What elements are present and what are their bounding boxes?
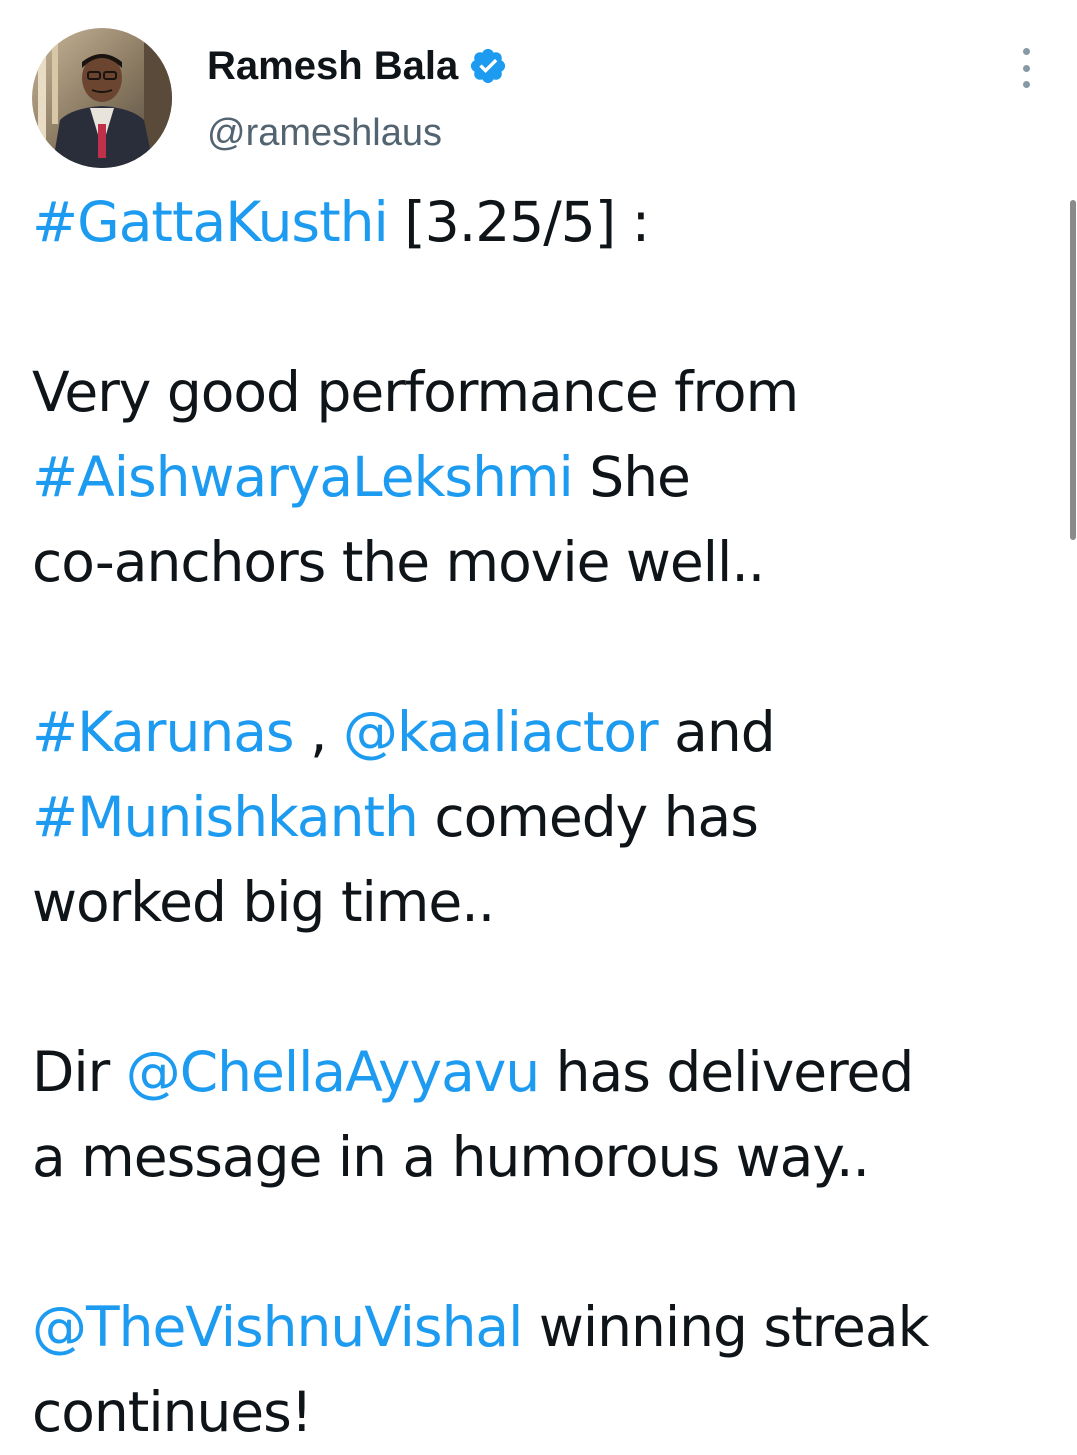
- text-fragment: She: [572, 445, 691, 509]
- more-dot: [1022, 81, 1030, 88]
- mention-chellaayyavu[interactable]: @ChellaAyyavu: [126, 1040, 540, 1104]
- text-line: #AishwaryaLekshmi She: [32, 435, 1052, 520]
- text-line: continues!: [32, 1380, 313, 1444]
- text-line: a message in a humorous way..: [32, 1125, 870, 1189]
- author-display-name[interactable]: Ramesh Bala: [207, 42, 508, 90]
- more-vertical-icon[interactable]: [1010, 48, 1042, 88]
- author-handle[interactable]: @rameshlaus: [207, 110, 442, 156]
- text-line: Dir @ChellaAyyavu has delivered: [32, 1030, 1052, 1115]
- more-dot: [1022, 48, 1030, 55]
- text-line: #Karunas , @kaaliactor and: [32, 690, 1052, 775]
- text-fragment: Dir: [32, 1040, 126, 1104]
- avatar[interactable]: [32, 28, 172, 168]
- verified-badge-icon: [468, 46, 508, 86]
- profile-photo: [32, 28, 172, 168]
- text-fragment: and: [657, 700, 775, 764]
- text-line: Very good performance from: [32, 360, 799, 424]
- rating-line: #GattaKusthi [3.25/5] :: [32, 180, 1052, 265]
- text-line: @TheVishnuVishal winning streak: [32, 1285, 1052, 1370]
- more-dot: [1022, 64, 1030, 72]
- text-line: #Munishkanth comedy has: [32, 775, 1052, 860]
- hashtag-karunas[interactable]: #Karunas: [32, 700, 295, 764]
- rating-text: [3.25/5] :: [387, 190, 650, 254]
- text-fragment: comedy has: [417, 785, 758, 849]
- hashtag-aishwaryalekshmi[interactable]: #AishwaryaLekshmi: [32, 445, 574, 509]
- scrollbar[interactable]: [1070, 200, 1076, 540]
- hashtag-gattakusthi[interactable]: #GattaKusthi: [32, 190, 389, 254]
- hashtag-munishkanth[interactable]: #Munishkanth: [32, 785, 419, 849]
- mention-kaaliactor[interactable]: @kaaliactor: [343, 700, 659, 764]
- display-name-text[interactable]: Ramesh Bala: [207, 42, 458, 90]
- text-fragment: has delivered: [539, 1040, 915, 1104]
- mention-thevishnuvishal[interactable]: @TheVishnuVishal: [32, 1295, 523, 1359]
- text-line: worked big time..: [32, 870, 495, 934]
- text-line: co-anchors the movie well..: [32, 530, 765, 594]
- text-fragment: winning streak: [522, 1295, 930, 1359]
- tweet-text: #GattaKusthi [3.25/5] : Very good perfor…: [32, 180, 1052, 1455]
- text-fragment: ,: [293, 700, 344, 764]
